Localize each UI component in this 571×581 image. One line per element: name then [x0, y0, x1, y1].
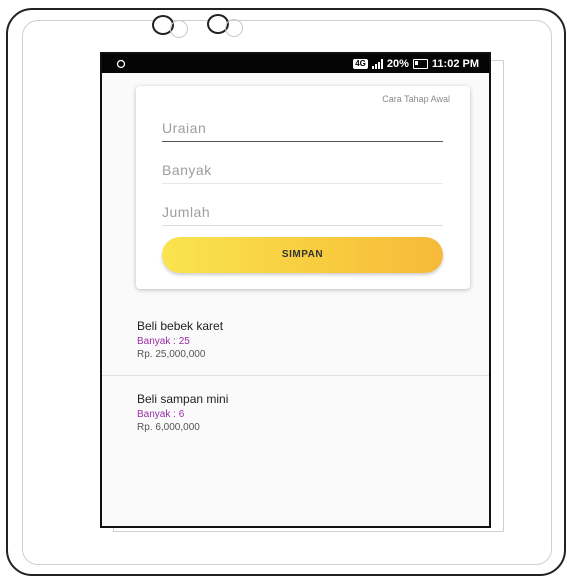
item-title: Beli bebek karet	[137, 319, 224, 333]
phone-screen: 4G 20% 11:02 PM Cara Tahap Awal Uraian B…	[100, 52, 491, 528]
item-price: Rp. 25,000,000	[137, 349, 206, 360]
input-card: Cara Tahap Awal Uraian Banyak Jumlah SIM…	[136, 86, 470, 289]
sync-icon	[116, 59, 126, 68]
network-type: 4G	[353, 58, 368, 69]
list-item[interactable]: Beli sampan mini Banyak : 6 Rp. 6,000,00…	[102, 376, 489, 448]
item-price: Rp. 6,000,000	[137, 422, 200, 433]
list-item[interactable]: Beli bebek karet Banyak : 25 Rp. 25,000,…	[102, 309, 489, 376]
clock: 11:02 PM	[431, 57, 479, 70]
jumlah-input[interactable]: Jumlah	[162, 204, 443, 226]
camera-shadow	[170, 20, 188, 38]
battery-icon	[412, 58, 428, 69]
uraian-input[interactable]: Uraian	[162, 120, 443, 142]
signal-icon	[371, 58, 383, 69]
save-button[interactable]: SIMPAN	[162, 237, 443, 273]
banyak-input[interactable]: Banyak	[162, 162, 443, 184]
item-quantity: Banyak : 6	[137, 409, 185, 420]
status-bar: 4G 20% 11:02 PM	[102, 54, 489, 73]
battery-percent: 20%	[386, 57, 409, 70]
guide-link[interactable]: Cara Tahap Awal	[382, 94, 450, 104]
item-quantity: Banyak : 25	[137, 336, 190, 347]
sensor-shadow	[225, 19, 243, 37]
item-title: Beli sampan mini	[137, 392, 229, 406]
item-list: Beli bebek karet Banyak : 25 Rp. 25,000,…	[102, 309, 489, 448]
